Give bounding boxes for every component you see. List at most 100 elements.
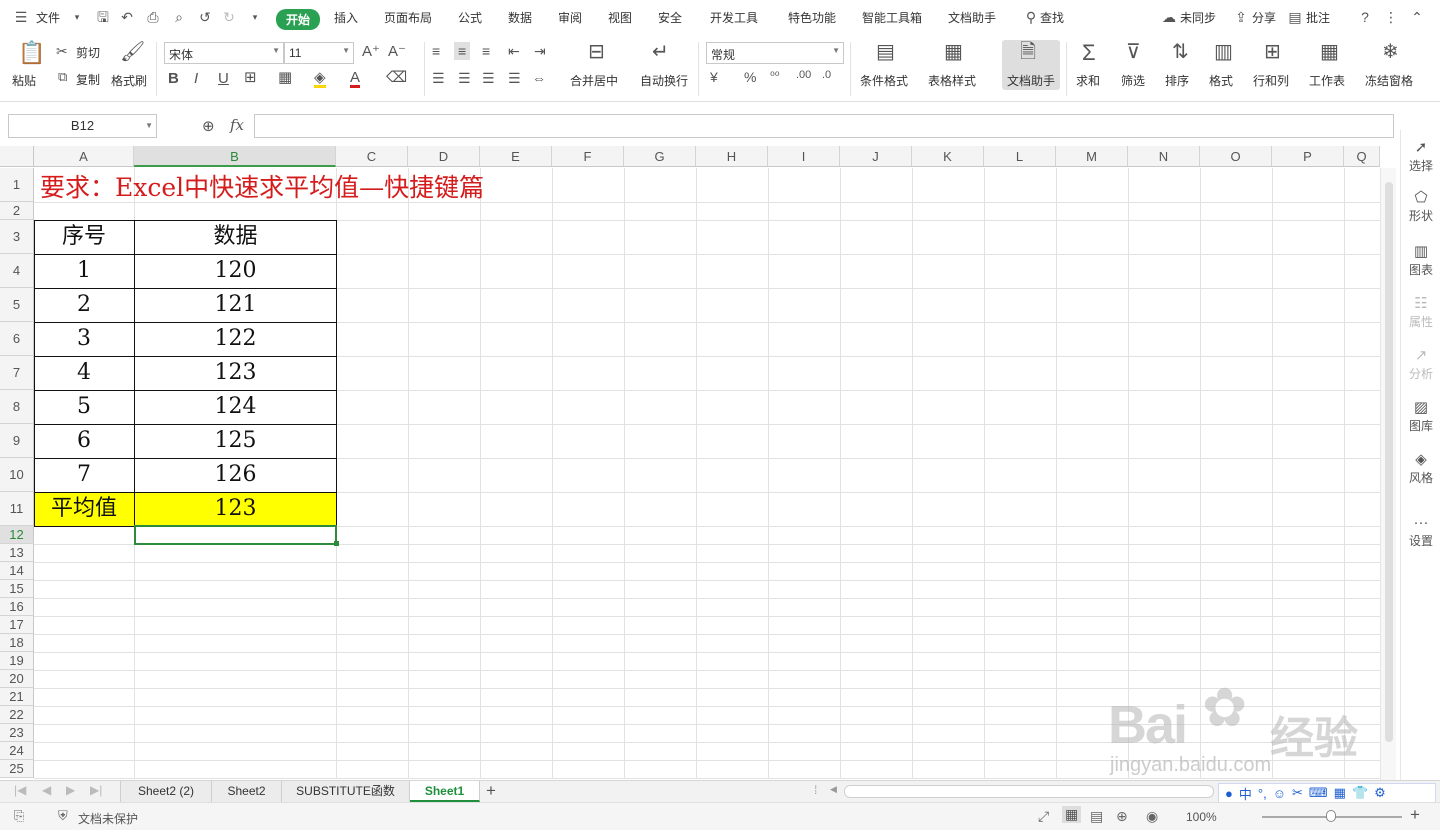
sum-button[interactable]: 求和 (1076, 72, 1100, 89)
percent-icon[interactable]: % (744, 70, 756, 84)
row-header[interactable]: 20 (0, 670, 34, 688)
tab-data[interactable]: 数据 (508, 9, 532, 26)
fill-color-icon[interactable]: ◈ (314, 70, 326, 88)
bold-icon[interactable]: B (168, 71, 179, 86)
table-cell-index[interactable]: 4 (34, 356, 134, 390)
table-style-icon[interactable]: ▦ (944, 42, 963, 62)
format-button[interactable]: 格式 (1209, 72, 1233, 89)
increase-decimal-icon[interactable]: .00 (796, 70, 811, 81)
row-header[interactable]: 11 (0, 492, 34, 526)
paste-button[interactable]: 粘贴 (12, 72, 36, 89)
row-header[interactable]: 12 (0, 526, 34, 544)
last-sheet-icon[interactable]: ▶| (90, 783, 102, 797)
increase-indent-icon[interactable]: ⇥ (534, 44, 546, 58)
tab-home[interactable]: 开始 (276, 9, 321, 30)
row-header[interactable]: 21 (0, 688, 34, 706)
table-cell-index[interactable]: 3 (34, 322, 134, 356)
name-box[interactable]: B12 ▼ (8, 114, 157, 138)
thousands-icon[interactable]: ⁰⁰ (770, 70, 780, 82)
hamburger-menu-icon[interactable]: ☰ (12, 8, 30, 26)
sheet-tab[interactable]: Sheet2 (2) (120, 781, 212, 802)
row-header[interactable]: 24 (0, 742, 34, 760)
table-cell-index[interactable]: 6 (34, 424, 134, 458)
tab-smart-toolbox[interactable]: 智能工具箱 (862, 9, 922, 26)
insert-function-button[interactable]: fx (230, 116, 244, 134)
panel-gallery[interactable]: ▨ 图库 (1401, 398, 1440, 434)
conditional-format-icon[interactable]: ▤ (876, 42, 895, 62)
row-header[interactable]: 13 (0, 544, 34, 562)
sheet-tab[interactable]: SUBSTITUTE函数 (282, 781, 410, 802)
column-header[interactable]: N (1128, 146, 1200, 167)
column-header[interactable]: D (408, 146, 480, 167)
font-size-select[interactable]: 11 ▼ (284, 42, 354, 64)
sheet-tab-active[interactable]: Sheet1 (410, 781, 480, 802)
align-right-icon[interactable]: ☰ (482, 71, 495, 85)
conditional-format-button[interactable]: 条件格式 (860, 72, 908, 89)
vertical-scrollbar[interactable] (1380, 168, 1396, 780)
align-left-icon[interactable]: ☰ (432, 71, 445, 85)
print-icon[interactable]: ⎙ (144, 8, 162, 26)
column-header[interactable]: E (480, 146, 552, 167)
distribute-icon[interactable]: ⇔ (532, 71, 546, 85)
row-header[interactable]: 8 (0, 390, 34, 424)
share-button[interactable]: 分享 (1252, 9, 1276, 26)
normal-view-icon[interactable]: ▦ (1062, 806, 1082, 823)
zoom-search-icon[interactable]: ⊕ (202, 117, 215, 135)
font-color-icon[interactable]: A (350, 70, 361, 88)
next-sheet-icon[interactable]: ▶ (66, 783, 75, 797)
format-icon[interactable]: ▥ (1214, 42, 1233, 62)
clear-icon[interactable]: ⌫ (386, 70, 407, 85)
column-header[interactable]: I (768, 146, 840, 167)
ime-scissor-icon[interactable]: ✂ (1292, 785, 1303, 801)
undo-icon[interactable]: ↺ (196, 8, 214, 26)
freeze-panes-button[interactable]: 冻结窗格 (1365, 72, 1413, 89)
align-top-icon[interactable]: ≡ (432, 44, 440, 58)
row-header[interactable]: 25 (0, 760, 34, 778)
page-layout-icon[interactable]: ⊕ (1116, 808, 1128, 825)
table-cell-value[interactable]: 123 (135, 356, 336, 390)
redo-icon[interactable]: ↻ (220, 8, 238, 26)
ime-settings-icon[interactable]: ⚙ (1374, 785, 1386, 801)
increase-font-icon[interactable]: A⁺ (362, 44, 380, 59)
page-break-view-icon[interactable]: ▤ (1090, 808, 1103, 825)
row-header[interactable]: 14 (0, 562, 34, 580)
chevron-down-icon[interactable]: ▾ (68, 8, 86, 26)
row-header[interactable]: 16 (0, 598, 34, 616)
formula-input[interactable] (254, 114, 1394, 138)
panel-style[interactable]: ◈ 风格 (1401, 450, 1440, 486)
sheet-tab[interactable]: Sheet2 (212, 781, 282, 802)
table-cell-value[interactable]: 121 (135, 288, 336, 322)
column-header[interactable]: B (134, 146, 336, 167)
table-cell-value[interactable]: 124 (135, 390, 336, 424)
save-icon[interactable]: 🖫 (94, 8, 112, 26)
print-preview-icon[interactable]: ⌕ (170, 8, 188, 26)
decrease-decimal-icon[interactable]: .0 (822, 70, 831, 81)
table-cell-value[interactable]: 126 (135, 458, 336, 492)
decrease-font-icon[interactable]: A⁻ (388, 44, 406, 59)
column-header[interactable]: A (34, 146, 134, 167)
copy-icon[interactable]: ⧉ (58, 70, 67, 83)
cell-style-icon[interactable]: ▦ (278, 70, 292, 85)
spreadsheet-grid[interactable]: ABCDEFGHIJKLMNOPQ 1 2 3 4 5 6 7 8 9 10 11 12 13 14 15 1… (0, 146, 1400, 780)
panel-settings[interactable]: ··· 设置 (1401, 514, 1440, 549)
row-header[interactable]: 6 (0, 322, 34, 356)
column-header[interactable]: Q (1344, 146, 1380, 167)
merge-center-button[interactable]: 合并居中 (570, 72, 618, 89)
file-menu[interactable]: 文件 (36, 9, 60, 26)
freeze-panes-icon[interactable]: ❄ (1382, 42, 1399, 62)
format-painter-button[interactable]: 格式刷 (111, 72, 147, 89)
worksheet-icon[interactable]: ▦ (1320, 42, 1339, 62)
row-header[interactable]: 1 (0, 168, 34, 202)
row-header[interactable]: 15 (0, 580, 34, 598)
row-header[interactable]: 19 (0, 652, 34, 670)
ime-skin-icon[interactable]: ▦ (1334, 785, 1346, 801)
search-icon[interactable]: ⚲ (1022, 8, 1040, 26)
header-cell-index[interactable]: 序号 (34, 220, 134, 254)
ime-emoji-icon[interactable]: ☺ (1273, 786, 1286, 801)
paste-icon[interactable]: 📋 (18, 42, 45, 64)
tab-special-features[interactable]: 特色功能 (788, 9, 836, 26)
sheet-title-cell[interactable]: 要求：Excel中快速求平均值—快捷键篇 (40, 168, 484, 202)
row-header[interactable]: 18 (0, 634, 34, 652)
ime-punct-icon[interactable]: °, (1258, 786, 1267, 801)
macro-record-icon[interactable]: ⎘ (14, 808, 24, 824)
